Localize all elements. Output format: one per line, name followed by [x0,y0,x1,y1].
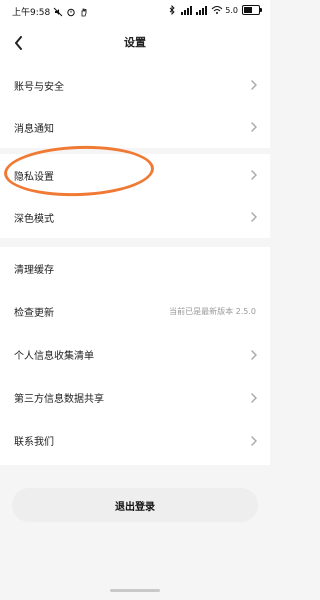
settings-item-clear-cache[interactable]: 清理缓存 [0,247,270,290]
chevron-right-icon [251,392,257,403]
settings-item-label: 账号与安全 [14,81,64,93]
settings-item-privacy[interactable]: 隐私设置 [0,154,270,196]
chevron-right-icon [251,435,257,446]
settings-item-label: 清理缓存 [14,265,54,276]
chevron-right-icon [251,170,257,180]
settings-item-account-security[interactable]: 账号与安全 [0,64,270,106]
settings-item-dark-mode[interactable]: 深色模式 [0,196,270,238]
settings-item-third-party-sharing[interactable]: 第三方信息数据共享 [0,376,270,419]
alarm-icon [66,7,76,17]
settings-item-notifications[interactable]: 消息通知 [0,106,270,148]
bluetooth-icon [167,4,177,16]
settings-item-label: 深色模式 [14,213,54,225]
settings-group-2: 隐私设置 深色模式 [0,154,270,238]
signal-icon-1 [181,5,193,15]
chevron-right-icon [251,122,257,132]
version-status: 当前已是最新版本 2.5.0 [169,307,256,316]
settings-item-label: 消息通知 [14,123,54,135]
signal-icon-2 [196,5,208,15]
status-bar: 上午9:58 5.0 [0,0,270,22]
settings-item-contact-us[interactable]: 联系我们 [0,419,270,462]
battery-icon [242,5,262,15]
chevron-right-icon [251,212,257,222]
wifi-icon [211,5,223,15]
network-speed: 5.0 [225,5,238,15]
settings-item-label: 联系我们 [14,437,54,448]
home-indicator[interactable] [110,589,160,592]
settings-item-label: 隐私设置 [14,171,54,183]
status-time: 上午9:58 [12,8,51,18]
settings-item-check-update[interactable]: 检查更新 当前已是最新版本 2.5.0 [0,290,270,333]
settings-item-personal-info-list[interactable]: 个人信息收集清单 [0,333,270,376]
status-left: 上午9:58 [12,5,89,18]
page-title: 设置 [124,36,146,49]
status-right: 5.0 [167,4,262,16]
settings-group-1: 账号与安全 消息通知 [0,64,270,148]
header: 设置 [0,22,270,64]
hand-icon [79,7,89,17]
settings-item-label: 第三方信息数据共享 [14,394,104,405]
settings-group-3: 清理缓存 检查更新 当前已是最新版本 2.5.0 个人信息收集清单 第三方信息数… [0,247,270,465]
settings-item-label: 个人信息收集清单 [14,351,94,362]
chevron-right-icon [251,349,257,360]
chevron-right-icon [251,80,257,90]
mute-icon [53,7,63,17]
settings-item-label: 检查更新 [14,308,54,319]
logout-button[interactable]: 退出登录 [12,488,258,522]
